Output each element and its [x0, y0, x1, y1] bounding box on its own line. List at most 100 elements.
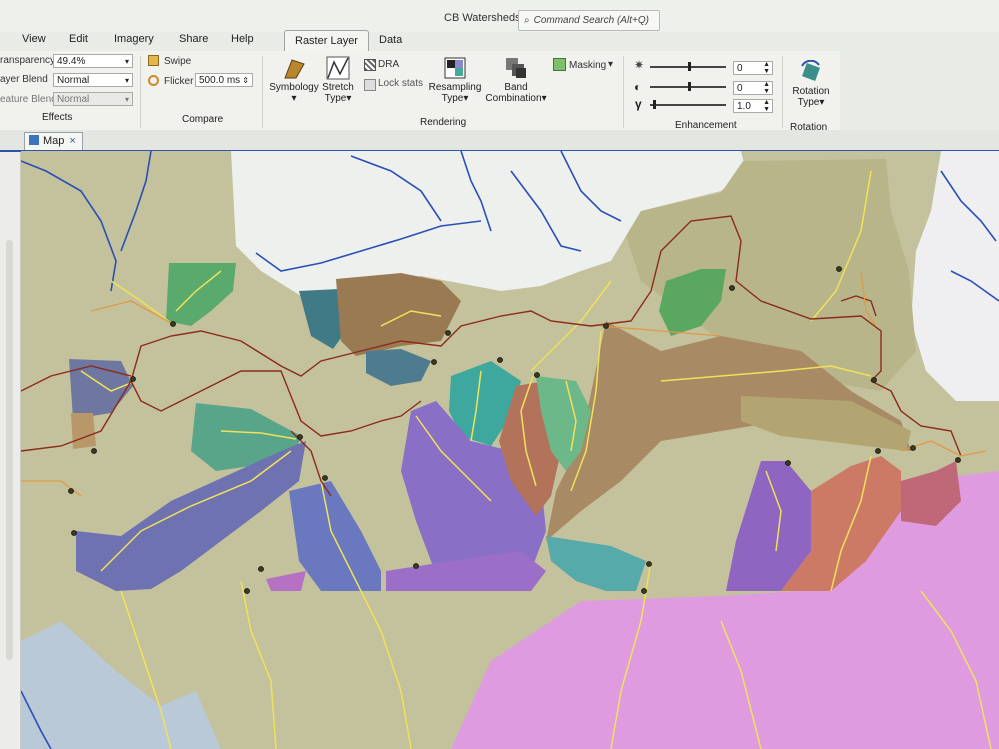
flicker-icon — [148, 75, 159, 86]
stretch-label: Stretch — [322, 82, 354, 93]
stretch-type-label: Type — [324, 93, 347, 104]
gamma-slider[interactable] — [650, 104, 726, 106]
dra-button[interactable]: DRA — [378, 59, 399, 70]
stretch-type-button[interactable]: Stretch Type▾ — [320, 56, 356, 104]
command-search[interactable]: ⌕ Command Search (Alt+Q) — [518, 10, 660, 31]
rotation-type-button[interactable]: Rotation Type▾ — [789, 60, 833, 108]
transparency-label: ransparency — [0, 55, 56, 66]
band-combination-icon — [506, 58, 526, 78]
search-icon: ⌕ — [524, 15, 530, 26]
flicker-unit: ms — [226, 75, 241, 86]
junction-point — [603, 323, 609, 329]
junction-point — [445, 330, 451, 336]
gamma-thumb[interactable] — [653, 100, 656, 109]
junction-point — [875, 448, 881, 454]
junction-point — [785, 460, 791, 466]
tab-map[interactable]: Map × — [24, 132, 83, 150]
contrast-input[interactable]: 0 ▲ ▼ — [733, 81, 773, 95]
junction-point — [641, 588, 647, 594]
masking-button[interactable]: Masking — [569, 60, 606, 71]
junction-point — [91, 448, 97, 454]
watershed-tan — [71, 413, 96, 449]
junction-point — [258, 566, 264, 572]
effects-group-label: Effects — [42, 112, 73, 123]
flicker-rate-input[interactable]: 500.0 ms ⇕ — [195, 73, 253, 87]
menu-imagery[interactable]: Imagery — [114, 33, 154, 45]
junction-point — [646, 561, 652, 567]
gamma-input[interactable]: 1.0 ▲ ▼ — [733, 99, 773, 113]
junction-point — [322, 475, 328, 481]
layer-blend-value: Normal — [57, 75, 90, 86]
gamma-icon: γ — [635, 97, 642, 111]
junction-point — [68, 488, 74, 494]
flicker-label: Flicker — [164, 76, 194, 87]
lock-stats-button[interactable]: Lock stats — [378, 78, 423, 89]
spinner-icon: ▲ ▼ — [763, 99, 770, 113]
resampling-icon — [444, 57, 466, 79]
brightness-input[interactable]: 0 ▲ ▼ — [733, 61, 773, 75]
chevron-down-icon: ▾ — [124, 57, 129, 66]
tab-raster-layer[interactable]: Raster Layer — [284, 30, 369, 51]
junction-point — [836, 266, 842, 272]
junction-point — [413, 563, 419, 569]
layer-blend-label: ayer Blend — [0, 74, 48, 85]
spinner-icon: ▲ ▼ — [763, 81, 770, 95]
swipe-button[interactable]: Swipe — [164, 56, 191, 67]
map-icon — [29, 135, 39, 145]
lock-icon — [364, 79, 376, 91]
window-title: CB Watersheds — [444, 12, 521, 24]
resampling-label: Resampling — [428, 82, 482, 93]
junction-point — [534, 372, 540, 378]
contrast-thumb[interactable] — [688, 82, 691, 91]
brightness-thumb[interactable] — [688, 62, 691, 71]
chevron-down-icon: ▾ — [291, 93, 297, 104]
title-bar: CB Watersheds ⌕ Command Search (Alt+Q) — [0, 0, 999, 32]
compare-group-label: Compare — [182, 114, 224, 125]
rotation-type-label: Type — [797, 97, 820, 108]
symbology-button[interactable]: Symbology ▾ — [268, 56, 320, 104]
close-icon[interactable]: × — [69, 135, 75, 147]
symbology-icon — [284, 59, 305, 79]
feature-blend-label: eature Blend — [0, 94, 57, 105]
scrollbar[interactable] — [6, 240, 13, 660]
menu-view[interactable]: View — [22, 33, 46, 45]
dra-icon — [364, 59, 376, 71]
rotation-icon — [801, 60, 820, 81]
band-combination-label: Combination — [485, 93, 542, 104]
resampling-type-button[interactable]: Resampling Type▾ — [427, 56, 483, 104]
search-placeholder: Command Search (Alt+Q) — [533, 15, 649, 26]
band-label: Band — [504, 82, 528, 93]
feature-blend-value: Normal — [57, 94, 90, 105]
brightness-icon: ✷ — [634, 58, 645, 72]
menu-help[interactable]: Help — [231, 33, 254, 45]
watershed-map — [21, 151, 999, 749]
rotation-label: Rotation — [792, 86, 830, 97]
ribbon-divider — [140, 56, 141, 128]
ribbon-divider — [782, 56, 783, 128]
rendering-group-label: Rendering — [420, 117, 467, 128]
ribbon-divider — [262, 56, 263, 128]
map-canvas[interactable] — [21, 151, 999, 749]
transparency-value: 49.4% — [57, 56, 86, 67]
menu-share[interactable]: Share — [179, 33, 208, 45]
junction-point — [431, 359, 437, 365]
junction-point — [871, 377, 877, 383]
tab-data[interactable]: Data — [369, 30, 412, 50]
junction-point — [130, 376, 136, 382]
feature-blend-select[interactable]: Normal ▾ — [53, 92, 133, 106]
contrast-icon: ◐ — [634, 80, 642, 94]
menu-edit[interactable]: Edit — [69, 33, 88, 45]
gamma-value: 1.0 — [737, 101, 751, 112]
junction-point — [244, 588, 250, 594]
chevron-down-icon: ▾ — [124, 76, 129, 85]
junction-point — [910, 445, 916, 451]
flicker-value: 500.0 — [199, 75, 225, 86]
map-tab-label: Map — [43, 135, 65, 147]
brightness-value: 0 — [737, 63, 743, 74]
chevron-down-icon: ▾ — [608, 59, 614, 70]
map-tab-bar: Map × — [0, 130, 999, 152]
layer-blend-select[interactable]: Normal ▾ — [53, 73, 133, 87]
transparency-input[interactable]: 49.4% ▾ — [53, 54, 133, 68]
band-combination-button[interactable]: Band Combination▾ — [484, 56, 548, 104]
junction-point — [497, 357, 503, 363]
